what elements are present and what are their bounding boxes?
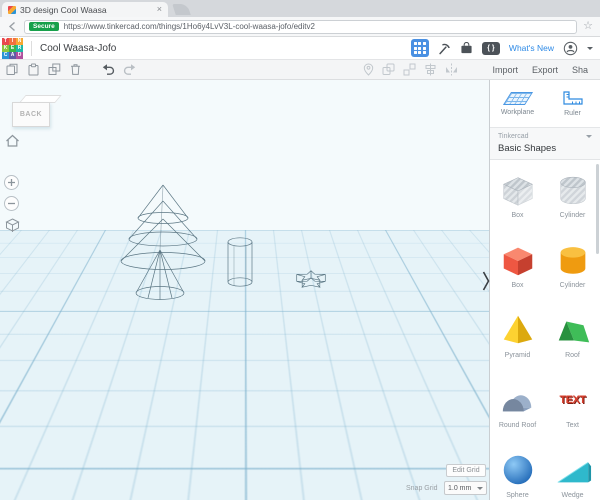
shape-box-hole[interactable]: Box <box>490 160 545 230</box>
account-caret-icon <box>587 46 593 53</box>
roof-icon <box>558 321 589 343</box>
header-divider <box>31 40 32 56</box>
delete-icon[interactable] <box>69 63 82 76</box>
url-bar[interactable]: Secure https://www.tinkercad.com/things/… <box>24 19 578 34</box>
account-icon[interactable] <box>563 41 578 56</box>
tab-close-icon[interactable]: × <box>157 5 162 14</box>
url-text: https://www.tinkercad.com/things/1Ho6y4L… <box>63 22 315 31</box>
category-kicker: Tinkercad <box>498 133 529 140</box>
wireframe-star <box>296 270 326 288</box>
browser-tabstrip: 3D design Cool Waasa × <box>0 0 600 17</box>
shape-wedge[interactable]: Wedge <box>545 440 600 500</box>
chevron-right-icon <box>482 271 489 291</box>
design-title[interactable]: Cool Waasa-Jofo <box>40 43 116 54</box>
snap-grid-select[interactable]: 1.0 mm <box>444 481 487 495</box>
wireframe-tree <box>120 184 206 300</box>
sphere-icon <box>503 455 532 485</box>
home-view-icon[interactable] <box>5 134 20 147</box>
secure-badge[interactable]: Secure <box>29 22 59 31</box>
cylinder-icon <box>560 247 585 274</box>
shapes-panel: Workplane Ruler Tinkercad Basic Shapes B… <box>489 80 600 500</box>
view-cube-label: BACK <box>19 111 43 118</box>
cylinder-hole-icon <box>559 176 586 205</box>
panel-scrollbar[interactable] <box>596 164 599 254</box>
panel-collapse-button[interactable] <box>480 268 491 294</box>
pyramid-icon <box>503 315 532 344</box>
viewport-3d[interactable]: BACK Edit Grid Snap Grid 1.0 mm <box>0 80 489 500</box>
bookmark-star-icon[interactable]: ☆ <box>583 21 593 32</box>
scene-objects[interactable] <box>0 80 489 500</box>
undo-icon[interactable] <box>102 63 115 76</box>
shape-category-dropdown[interactable]: Tinkercad Basic Shapes <box>490 128 600 160</box>
snap-grid-label: Snap Grid <box>406 485 438 492</box>
workplane-icon <box>502 91 533 105</box>
paste-icon[interactable] <box>27 63 40 76</box>
wireframe-cylinder <box>227 237 253 287</box>
shape-cylinder[interactable]: Cylinder <box>545 230 600 300</box>
align-icon[interactable] <box>424 63 437 76</box>
shape-pyramid[interactable]: Pyramid <box>490 300 545 370</box>
import-button[interactable]: Import <box>492 65 518 75</box>
pin-icon[interactable] <box>363 63 374 76</box>
bag-icon[interactable] <box>460 42 473 54</box>
ungroup-icon[interactable] <box>403 63 416 76</box>
redo-icon[interactable] <box>123 63 136 76</box>
minus-icon <box>8 202 15 205</box>
panel-tools: Workplane Ruler <box>490 80 600 128</box>
text-shape-icon: TEXT <box>559 394 586 406</box>
share-button[interactable]: Sha <box>572 65 588 75</box>
duplicate-icon[interactable] <box>48 63 61 76</box>
browser-window: 3D design Cool Waasa × Secure https://ww… <box>0 0 600 500</box>
back-icon[interactable] <box>7 21 18 32</box>
browser-tab[interactable]: 3D design Cool Waasa × <box>2 2 168 17</box>
pickaxe-icon[interactable] <box>438 42 451 55</box>
shape-grid: Box Cylinder Box Cylinder Pyramid Roof R… <box>490 160 600 500</box>
copy-icon[interactable] <box>6 63 19 76</box>
category-title: Basic Shapes <box>498 143 557 154</box>
whats-new-link[interactable]: What's New <box>509 43 554 53</box>
shape-round-roof[interactable]: Round Roof <box>490 370 545 440</box>
shape-cylinder-hole[interactable]: Cylinder <box>545 160 600 230</box>
shape-box[interactable]: Box <box>490 230 545 300</box>
dropdown-caret-icon <box>586 135 592 141</box>
app-header: T I N K E R C A D Cool Waasa-Jofo {} Wh… <box>0 37 600 60</box>
view-cube-front-face[interactable]: BACK <box>12 102 50 127</box>
round-roof-icon <box>502 395 531 412</box>
group-icon[interactable] <box>382 63 395 76</box>
tinkercad-logo[interactable]: T I N K E R C A D <box>2 37 23 59</box>
zoom-out-button[interactable] <box>4 196 19 211</box>
box-icon <box>503 247 532 276</box>
apps-grid-button[interactable] <box>410 39 429 57</box>
edit-grid-button[interactable]: Edit Grid <box>446 464 486 477</box>
shape-text[interactable]: TEXT Text <box>545 370 600 440</box>
edit-toolbar: Import Export Sha <box>0 60 600 80</box>
ruler-tool[interactable]: Ruler <box>545 80 600 127</box>
fit-view-icon[interactable] <box>5 218 20 233</box>
workplane-tool[interactable]: Workplane <box>490 80 545 127</box>
shape-sphere[interactable]: Sphere <box>490 440 545 500</box>
box-hole-icon <box>502 177 533 206</box>
shape-roof[interactable]: Roof <box>545 300 600 370</box>
tab-favicon-icon <box>8 5 16 14</box>
tab-title: 3D design Cool Waasa <box>20 4 107 15</box>
flip-icon[interactable] <box>445 63 458 76</box>
zoom-in-button[interactable] <box>4 175 19 190</box>
export-button[interactable]: Export <box>532 65 558 75</box>
new-tab-button[interactable] <box>172 4 191 15</box>
browser-addressbar: Secure https://www.tinkercad.com/things/… <box>0 17 600 37</box>
codeblocks-button[interactable]: { } <box>481 41 500 55</box>
select-caret-icon <box>477 486 483 493</box>
plus-icon <box>8 179 15 186</box>
view-cube[interactable]: BACK <box>12 94 62 130</box>
wedge-icon <box>557 462 591 483</box>
ruler-icon <box>562 91 583 105</box>
